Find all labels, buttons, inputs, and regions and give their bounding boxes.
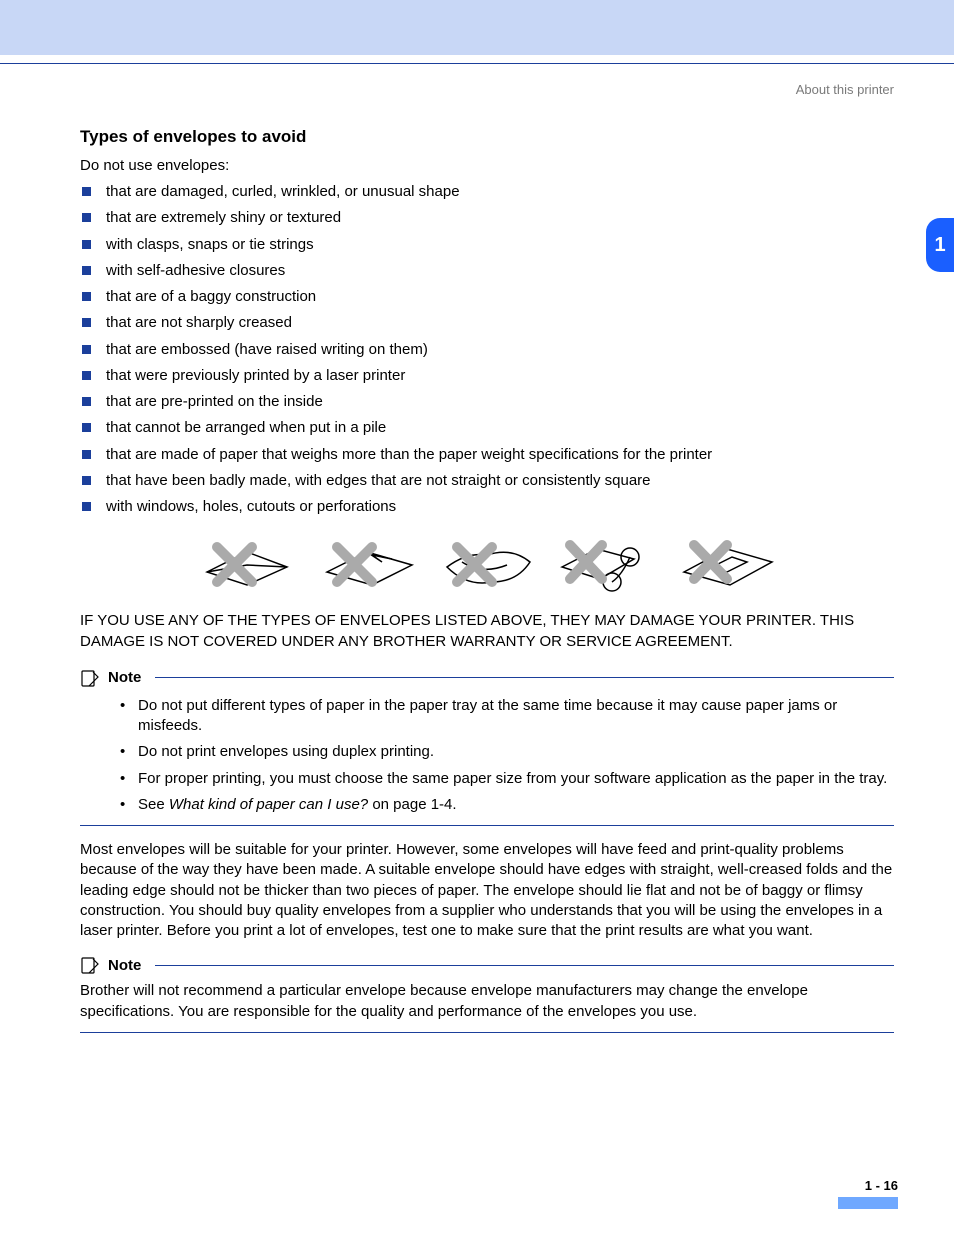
envelope-baggy-icon [432, 527, 542, 597]
intro-text: Do not use envelopes: [80, 157, 894, 174]
avoid-list: that are damaged, curled, wrinkled, or u… [80, 182, 894, 517]
note-rule [155, 965, 894, 966]
list-item: that have been badly made, with edges th… [80, 471, 894, 491]
note-body-2: Brother will not recommend a particular … [80, 981, 894, 1022]
footer-accent [838, 1197, 898, 1209]
page-footer: 1 - 16 [0, 1177, 954, 1219]
note-end-rule [80, 1032, 894, 1033]
list-item: that are extremely shiny or textured [80, 208, 894, 228]
warning-text: IF YOU USE ANY OF THE TYPES OF ENVELOPES… [80, 611, 894, 652]
list-item: Do not put different types of paper in t… [120, 696, 894, 737]
list-item: For proper printing, you must choose the… [120, 769, 894, 789]
note-label: Note [108, 669, 141, 686]
page-number: 1 - 16 [838, 1178, 898, 1193]
list-item: that cannot be arranged when put in a pi… [80, 418, 894, 438]
list-item: with clasps, snaps or tie strings [80, 235, 894, 255]
note-rule [155, 677, 894, 678]
envelope-window-icon [672, 527, 782, 597]
list-item: with self-adhesive closures [80, 261, 894, 281]
note-block-1: Note Do not put different types of paper… [80, 668, 894, 826]
list-item: Do not print envelopes using duplex prin… [120, 742, 894, 762]
note-block-2: Note Brother will not recommend a partic… [80, 955, 894, 1033]
list-item: with windows, holes, cutouts or perforat… [80, 497, 894, 517]
envelope-damaged-icon [192, 527, 302, 597]
list-item: that are damaged, curled, wrinkled, or u… [80, 182, 894, 202]
list-item: that are not sharply creased [80, 313, 894, 333]
envelope-clasp-icon [552, 527, 662, 597]
list-item: that are embossed (have raised writing o… [80, 340, 894, 360]
envelope-figures [80, 527, 894, 597]
body-paragraph: Most envelopes will be suitable for your… [80, 840, 894, 941]
envelope-flap-icon [312, 527, 422, 597]
note-icon [80, 668, 100, 688]
note-list-1: Do not put different types of paper in t… [80, 696, 894, 815]
list-item: that were previously printed by a laser … [80, 366, 894, 386]
list-item: that are pre-printed on the inside [80, 392, 894, 412]
note-icon [80, 955, 100, 975]
top-band [0, 0, 954, 55]
page-content: Types of envelopes to avoid Do not use e… [0, 97, 954, 1057]
note-end-rule [80, 825, 894, 826]
list-item: that are made of paper that weighs more … [80, 445, 894, 465]
list-item: See What kind of paper can I use? on pag… [120, 795, 894, 815]
section-header: About this printer [0, 64, 954, 97]
list-item: that are of a baggy construction [80, 287, 894, 307]
section-title: Types of envelopes to avoid [80, 127, 894, 147]
note-label: Note [108, 957, 141, 974]
